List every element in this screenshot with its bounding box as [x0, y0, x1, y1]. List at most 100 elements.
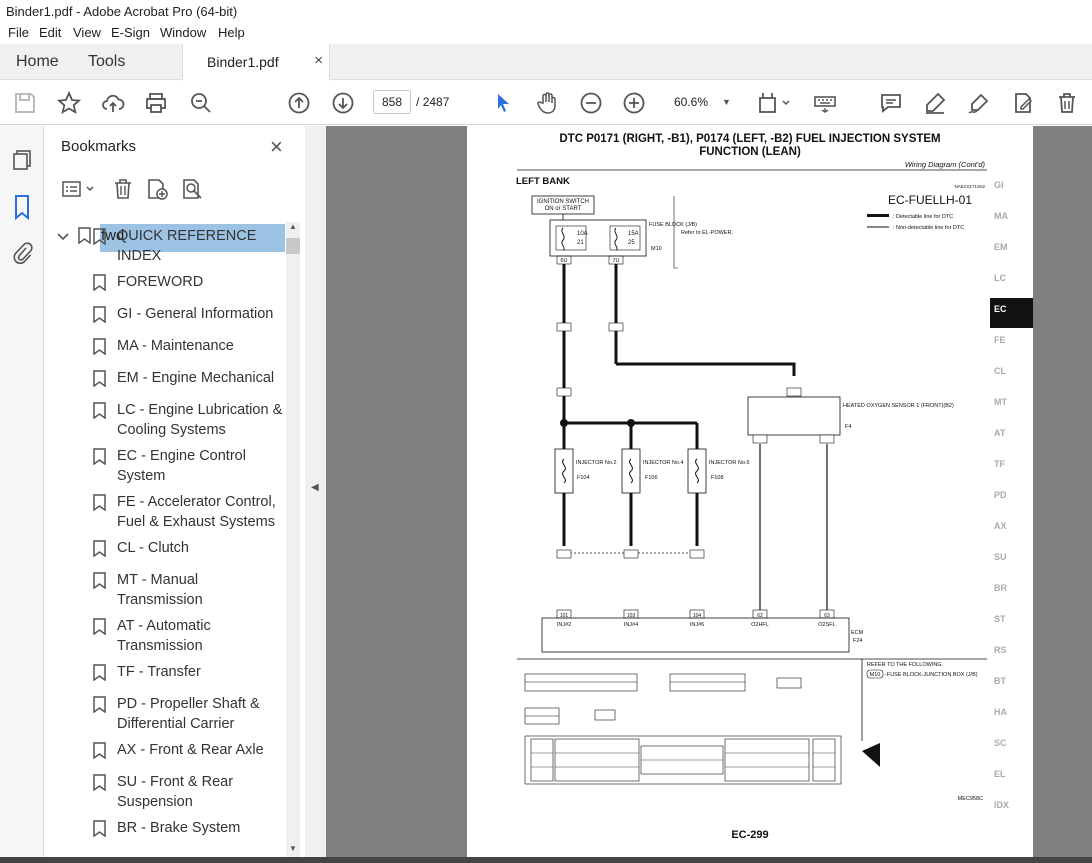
- tab-document[interactable]: Binder1.pdf ×: [182, 44, 330, 81]
- section-tab: SC: [994, 738, 1007, 748]
- scroll-up-icon[interactable]: ▲: [287, 222, 299, 234]
- bookmarks-panel-icon[interactable]: [10, 194, 34, 221]
- fuse-block-label: FUSE BLOCK (J/B): [649, 222, 697, 228]
- bookmark-icon: [93, 774, 106, 792]
- menu-file[interactable]: File: [8, 25, 29, 40]
- highlight-pen-icon[interactable]: [923, 91, 947, 115]
- zoom-search-icon[interactable]: [189, 91, 213, 115]
- find-bookmark-icon[interactable]: [181, 178, 203, 200]
- refer-el-power: Refer to EL-POWER.: [681, 230, 733, 236]
- bookmark-item[interactable]: AX - Front & Rear Axle: [93, 740, 285, 760]
- new-bookmark-icon[interactable]: [146, 178, 168, 200]
- tab-close-icon[interactable]: ×: [314, 52, 323, 69]
- bookmark-item[interactable]: SU - Front & Rear Suspension: [93, 772, 285, 812]
- page-total: 2487: [422, 95, 450, 109]
- menu-help[interactable]: Help: [218, 25, 245, 40]
- attachment-icon[interactable]: [10, 240, 34, 266]
- bookmark-icon: [93, 572, 106, 590]
- bookmark-icon: [93, 338, 106, 356]
- hs-label: H.S.: [871, 772, 882, 778]
- bookmark-item[interactable]: FE - Accelerator Control, Fuel & Exhaust…: [93, 492, 285, 532]
- page-down-icon[interactable]: [331, 91, 355, 115]
- collapse-panel-icon[interactable]: ◀: [311, 482, 319, 493]
- zoom-in-icon[interactable]: [622, 91, 646, 115]
- keyboard-icon[interactable]: [813, 91, 837, 115]
- bookmark-item[interactable]: EC - Engine Control System: [93, 446, 285, 486]
- print-icon[interactable]: [144, 91, 168, 115]
- fuse-2-connector: 7U: [612, 258, 619, 264]
- injector-6-connector: F108: [711, 475, 724, 481]
- bookmark-label: AX - Front & Rear Axle: [117, 742, 264, 758]
- wiring-diagram: DTC P0171 (RIGHT, -B1), P0174 (LEFT, -B2…: [516, 133, 1033, 841]
- fuse-1-connector: 6U: [560, 258, 567, 264]
- menu-bar: File Edit View E-Sign Window Help: [0, 22, 1092, 44]
- scroll-down-icon[interactable]: ▼: [287, 844, 299, 856]
- bookmark-item[interactable]: TF - Transfer: [93, 662, 285, 682]
- cloud-upload-icon[interactable]: [101, 91, 125, 115]
- bookmark-label: PD - Propeller Shaft & Differential Carr…: [117, 696, 260, 732]
- ecm-pin-label: INJ#2: [557, 622, 571, 628]
- bookmark-icon: [93, 306, 106, 324]
- bookmark-item[interactable]: EM - Engine Mechanical: [93, 368, 285, 388]
- bookmark-item[interactable]: CL - Clutch: [93, 538, 285, 558]
- refer-m10: M10: [870, 672, 881, 678]
- select-cursor-icon[interactable]: [491, 91, 515, 115]
- page-up-icon[interactable]: [287, 91, 311, 115]
- comment-icon[interactable]: [879, 91, 903, 115]
- ecm-pin-number: 103: [627, 613, 636, 619]
- edit-pdf-icon[interactable]: [1011, 91, 1035, 115]
- tab-home[interactable]: Home: [16, 53, 59, 71]
- bookmark-item[interactable]: QUICK REFERENCE INDEX: [93, 226, 285, 266]
- ecm-label: ECM: [851, 630, 864, 636]
- refer-following: REFER TO THE FOLLOWING.: [867, 662, 944, 668]
- bookmark-item[interactable]: BR - Brake System: [93, 818, 285, 838]
- sign-pen-icon[interactable]: [967, 91, 991, 115]
- section-tab: EL: [994, 769, 1006, 779]
- bookmark-item[interactable]: FOREWORD: [93, 272, 285, 292]
- tab-bar: Home Tools: [0, 44, 1092, 80]
- bookmark-item[interactable]: LC - Engine Lubrication & Cooling System…: [93, 400, 285, 440]
- zoom-value: 60.6%: [674, 95, 709, 109]
- bookmark-label: SU - Front & Rear Suspension: [117, 774, 234, 810]
- close-icon[interactable]: ×: [270, 134, 283, 160]
- panel-splitter[interactable]: ◀: [305, 126, 326, 863]
- menu-view[interactable]: View: [73, 25, 101, 40]
- star-icon[interactable]: [57, 91, 81, 115]
- bookmark-icon: [93, 494, 106, 512]
- ecm-pins: 101 INJ#2 103 INJ#4 104 INJ#6 62 O2HFL 63 O2SFL: [557, 613, 836, 628]
- bookmarks-panel: Bookmarks × fwd QUICK REFERENCE INDEX FOR…: [44, 126, 305, 863]
- save-icon[interactable]: [13, 91, 37, 115]
- bookmark-item[interactable]: MT - Manual Transmission: [93, 570, 285, 610]
- zoom-select[interactable]: 60.6% ▼: [666, 90, 738, 114]
- bookmark-label: EM - Engine Mechanical: [117, 370, 275, 386]
- zoom-out-icon[interactable]: [579, 91, 603, 115]
- page-number-input[interactable]: 858: [373, 90, 411, 114]
- bookmark-item[interactable]: GI - General Information: [93, 304, 285, 324]
- section-tab: BR: [994, 583, 1007, 593]
- bookmark-label: TF - Transfer: [117, 664, 201, 680]
- delete-icon[interactable]: [1055, 91, 1079, 115]
- delete-bookmark-icon[interactable]: [112, 178, 134, 200]
- section-tab: MT: [994, 397, 1007, 407]
- o2-sensor-label: HEATED OXYGEN SENSOR 1 (FRONT)(B2): [843, 403, 954, 409]
- bookmark-options-icon[interactable]: [61, 178, 99, 200]
- menu-edit[interactable]: Edit: [39, 25, 61, 40]
- menu-esign[interactable]: E-Sign: [111, 25, 150, 40]
- page-thumbnails-icon[interactable]: [10, 148, 34, 172]
- hand-tool-icon[interactable]: [535, 91, 559, 115]
- scrollbar-thumb[interactable]: [286, 238, 300, 254]
- bookmark-icon: [93, 540, 106, 558]
- bookmark-scrollbar[interactable]: [286, 222, 300, 858]
- chevron-down-icon: ▼: [722, 97, 731, 107]
- section-tabs: GI MA EM LC EC FE CL MT AT TF PD AX SU BR ST RS BT HA SC EL…: [990, 180, 1033, 810]
- tab-tools[interactable]: Tools: [88, 53, 125, 71]
- bookmark-item[interactable]: AT - Automatic Transmission: [93, 616, 285, 656]
- bookmark-item[interactable]: PD - Propeller Shaft & Differential Carr…: [93, 694, 285, 734]
- footer-code: MEC958C: [958, 796, 983, 802]
- ecm-pin-label: O2SFL: [818, 622, 835, 628]
- section-tab: AX: [994, 521, 1007, 531]
- menu-window[interactable]: Window: [160, 25, 206, 40]
- bookmark-item[interactable]: MA - Maintenance: [93, 336, 285, 356]
- section-tab: TF: [994, 459, 1005, 469]
- page-fit-icon[interactable]: [757, 91, 793, 115]
